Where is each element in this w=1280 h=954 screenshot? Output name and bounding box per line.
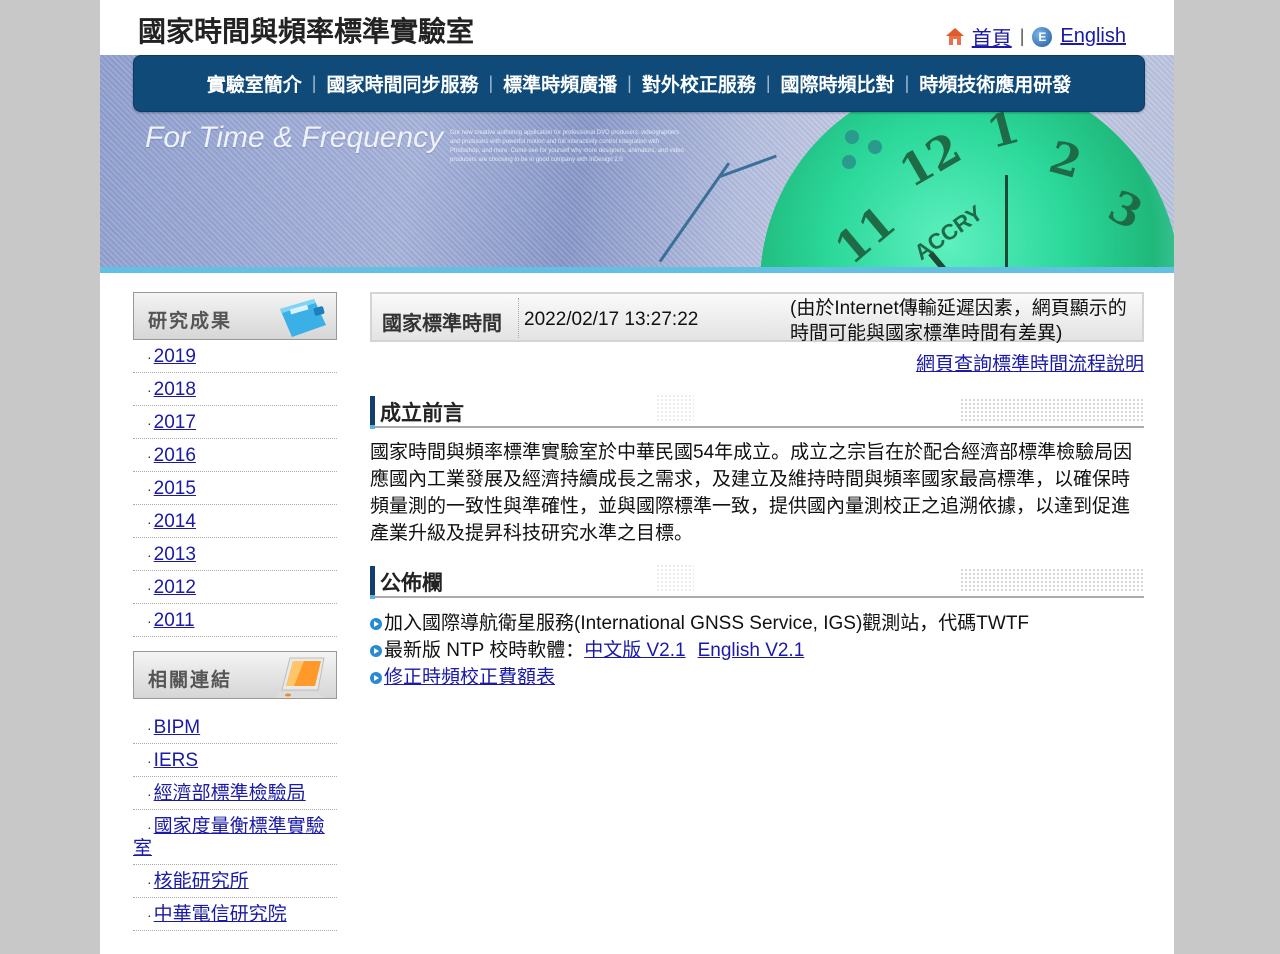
section-title: 成立前言 bbox=[380, 402, 464, 425]
section-header-bulletin: 公佈欄 bbox=[370, 564, 1144, 599]
section-header-intro: 成立前言 bbox=[370, 394, 1144, 429]
bulletin-item: 加入國際導航衛星服務(International GNSS Service, I… bbox=[370, 610, 1144, 637]
nav-item-rnd[interactable]: 時頻技術應用研發 bbox=[909, 70, 1081, 97]
top-links: 首頁 | E English bbox=[945, 22, 1126, 51]
research-link[interactable]: 2012 bbox=[154, 577, 196, 598]
arrow-bullet-icon bbox=[370, 644, 382, 657]
bulletin-list: 加入國際導航衛星服務(International GNSS Service, I… bbox=[370, 610, 1144, 691]
research-link[interactable]: 2014 bbox=[154, 511, 196, 532]
related-link[interactable]: IERS bbox=[154, 750, 198, 771]
related-link[interactable]: BIPM bbox=[154, 717, 200, 738]
clock-number: 11 bbox=[825, 196, 906, 267]
molecule-node bbox=[845, 130, 859, 144]
fee-schedule-link[interactable]: 修正時頻校正費額表 bbox=[384, 664, 555, 691]
sidebar: 研究成果 · 2019 · 2018 · 2017 · 2016 · 2015 · 2014… bbox=[133, 292, 337, 931]
section-dot-pattern bbox=[960, 398, 1144, 422]
molecule-node bbox=[842, 155, 856, 169]
research-link[interactable]: 2018 bbox=[154, 379, 196, 400]
english-globe-icon[interactable]: E bbox=[1032, 26, 1053, 47]
time-delay-note: (由於Internet傳輸延遲因素，網頁顯示的時間可能與國家標準時間有差異) bbox=[790, 298, 1127, 344]
help-link-container: 網頁查詢標準時間流程說明 bbox=[916, 349, 1144, 376]
research-header: 研究成果 bbox=[133, 292, 337, 340]
links-list: · BIPM · IERS · 經濟部標準檢驗局 · 國家度量衡標準實驗室 · 核能研究所… bbox=[133, 711, 337, 931]
clock-second-hand bbox=[1005, 175, 1008, 267]
banner-fine-print: Our new creative authoring application f… bbox=[450, 130, 684, 163]
list-item: · IERS bbox=[133, 744, 337, 777]
list-item: · 2018 bbox=[133, 373, 337, 406]
research-title: 研究成果 bbox=[148, 311, 233, 332]
ntp-chinese-download-link[interactable]: 中文版 V2.1 bbox=[584, 637, 685, 664]
banner-tagline: For Time & Frequency bbox=[145, 121, 444, 154]
related-link[interactable]: 核能研究所 bbox=[154, 871, 249, 892]
section-bar bbox=[370, 396, 375, 426]
standard-time-panel: 國家標準時間 2022/02/17 13:27:22 (由於Internet傳輸… bbox=[370, 292, 1144, 344]
section-bar bbox=[370, 566, 375, 596]
top-links-separator: | bbox=[1019, 26, 1025, 46]
english-link[interactable]: English bbox=[1060, 25, 1126, 48]
research-link[interactable]: 2019 bbox=[154, 346, 196, 367]
nav-item-about[interactable]: 實驗室簡介 bbox=[197, 70, 312, 97]
research-list: · 2019 · 2018 · 2017 · 2016 · 2015 · 2014 · 201… bbox=[133, 340, 337, 637]
research-link[interactable]: 2013 bbox=[154, 544, 196, 565]
related-link[interactable]: 經濟部標準檢驗局 bbox=[154, 783, 306, 804]
banner-accent-strip bbox=[100, 267, 1174, 273]
list-item: · 中華電信研究院 bbox=[133, 898, 337, 931]
list-item: · 核能研究所 bbox=[133, 865, 337, 898]
book-icon bbox=[280, 299, 326, 337]
list-item: · 2019 bbox=[133, 340, 337, 373]
clock-number: 12 bbox=[891, 123, 970, 198]
standard-time-value: 2022/02/17 13:27:22 bbox=[524, 309, 699, 330]
clock-number: 4 bbox=[1117, 251, 1173, 267]
list-item: · 2013 bbox=[133, 538, 337, 571]
bulletin-item: 最新版 NTP 校時軟體： 中文版 V2.1 English V2.1 bbox=[370, 637, 1144, 664]
main-content: 國家標準時間 2022/02/17 13:27:22 (由於Internet傳輸… bbox=[370, 292, 1144, 688]
research-link[interactable]: 2017 bbox=[154, 412, 196, 433]
clock-number: 2 bbox=[1043, 131, 1087, 190]
section-dot-pattern bbox=[960, 568, 1144, 592]
monitor-icon bbox=[276, 657, 325, 698]
list-item: · 2012 bbox=[133, 571, 337, 604]
nav-item-calibration[interactable]: 對外校正服務 bbox=[632, 70, 766, 97]
intro-paragraph: 國家時間與頻率標準實驗室於中華民國54年成立。成立之宗旨在於配合經濟部標準檢驗局… bbox=[370, 442, 1133, 544]
arrow-bullet-icon bbox=[370, 617, 382, 630]
related-link[interactable]: 中華電信研究院 bbox=[154, 904, 287, 925]
clock-number: 3 bbox=[1100, 180, 1150, 241]
links-header: 相關連結 bbox=[133, 651, 337, 699]
standard-time-label: 國家標準時間 bbox=[382, 313, 502, 335]
list-item: · 經濟部標準檢驗局 bbox=[133, 777, 337, 810]
list-item: · 國家度量衡標準實驗室 bbox=[133, 810, 337, 865]
molecule-node bbox=[868, 140, 882, 154]
page: 國家時間與頻率標準實驗室 首頁 | E English 11 12 1 2 3 … bbox=[100, 0, 1174, 954]
arrow-bullet-icon bbox=[370, 671, 382, 684]
list-item: · 2011 bbox=[133, 604, 337, 637]
research-link[interactable]: 2015 bbox=[154, 478, 196, 499]
list-item: · 2016 bbox=[133, 439, 337, 472]
bulletin-text: 加入國際導航衛星服務(International GNSS Service, I… bbox=[384, 613, 1030, 634]
time-query-help-link[interactable]: 網頁查詢標準時間流程說明 bbox=[916, 354, 1144, 375]
nav-item-time-sync[interactable]: 國家時間同步服務 bbox=[316, 70, 488, 97]
ntp-english-download-link[interactable]: English V2.1 bbox=[698, 637, 805, 664]
list-item: · 2017 bbox=[133, 406, 337, 439]
research-link[interactable]: 2016 bbox=[154, 445, 196, 466]
main-nav: 實驗室簡介 | 國家時間同步服務 | 標準時頻廣播 | 對外校正服務 | 國際時… bbox=[133, 55, 1145, 112]
clock-brand: ACCRY bbox=[909, 200, 988, 266]
nav-item-international-comparison[interactable]: 國際時頻比對 bbox=[771, 70, 905, 97]
bulletin-item: 修正時頻校正費額表 bbox=[370, 664, 1144, 691]
nav-item-broadcast[interactable]: 標準時頻廣播 bbox=[493, 70, 627, 97]
list-item: · 2014 bbox=[133, 505, 337, 538]
list-item: · 2015 bbox=[133, 472, 337, 505]
section-title: 公佈欄 bbox=[380, 572, 443, 595]
home-icon[interactable] bbox=[945, 27, 964, 46]
research-link[interactable]: 2011 bbox=[154, 610, 195, 631]
bulletin-text: 最新版 NTP 校時軟體： bbox=[384, 640, 585, 661]
links-title: 相關連結 bbox=[148, 670, 233, 691]
divider bbox=[518, 298, 519, 338]
list-item: · BIPM bbox=[133, 711, 337, 744]
home-link[interactable]: 首頁 bbox=[972, 22, 1012, 51]
related-link[interactable]: 國家度量衡標準實驗室 bbox=[133, 816, 325, 859]
site-title: 國家時間與頻率標準實驗室 bbox=[138, 16, 475, 47]
